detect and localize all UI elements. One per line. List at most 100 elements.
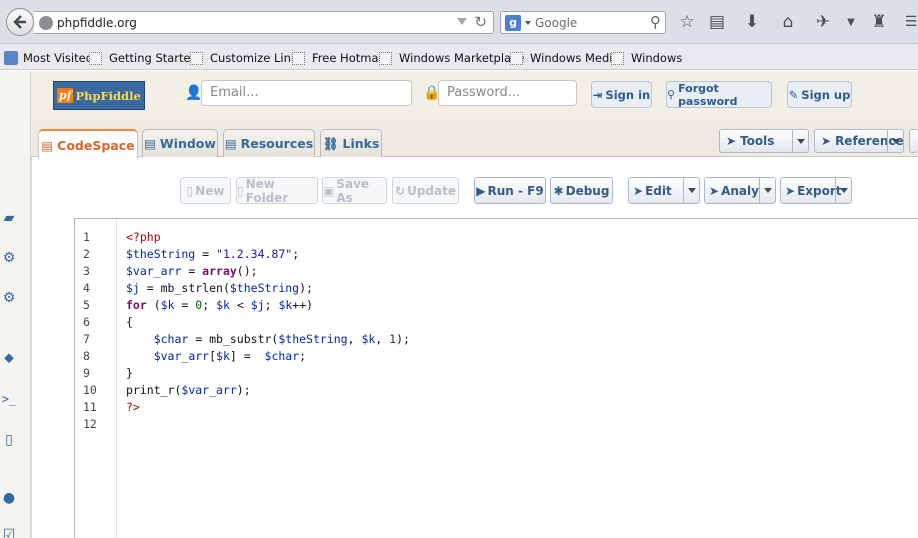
github-icon[interactable]: ●	[0, 489, 18, 507]
send-icon: ➤	[633, 183, 644, 198]
chevron-down-icon[interactable]	[683, 178, 699, 203]
tools-dropdown[interactable]: ➤ Tools	[719, 129, 809, 153]
line-number: 6	[83, 315, 90, 329]
search-icon[interactable]: ⚲	[650, 13, 661, 31]
search-engine-dropdown-icon[interactable]	[525, 21, 531, 25]
debug-button[interactable]: ✱ Debug	[550, 177, 613, 204]
analy-dropdown[interactable]: ➤ Analy	[704, 177, 776, 204]
reload-icon[interactable]: ↻	[474, 13, 487, 31]
line-number: 5	[83, 298, 90, 312]
bookmark-icon	[89, 51, 102, 65]
save-as-button[interactable]: ▣ Save As	[322, 177, 387, 205]
update-button[interactable]: ↻ Update	[392, 177, 459, 204]
overflow-dropdown[interactable]	[909, 129, 918, 153]
bug-icon: ✱	[553, 183, 564, 198]
send-icon: ➤	[709, 183, 720, 198]
url-text[interactable]: phpfiddle.org	[57, 16, 137, 30]
bookmark-icon	[379, 51, 392, 65]
chevron-down-icon[interactable]	[759, 178, 775, 203]
send-icon: ➤	[726, 134, 737, 148]
bookmark-windows[interactable]: Windows	[611, 50, 682, 66]
tab-window[interactable]: ▤ Window	[142, 129, 218, 157]
code-line[interactable]: ?>	[126, 399, 140, 416]
history-dropdown-icon[interactable]	[457, 18, 467, 25]
code-line[interactable]: $var_arr = array();	[126, 263, 258, 280]
sign-in-button[interactable]: ⇥ Sign in	[591, 81, 652, 108]
tab-links[interactable]: ⛓ Links	[320, 129, 382, 157]
code-line[interactable]: print_r($var_arr);	[126, 382, 251, 399]
pencil-icon: ✎	[788, 87, 799, 102]
bookmark-icon	[611, 51, 624, 65]
bookmark-icon	[510, 51, 523, 65]
terminal-icon[interactable]: >_	[0, 390, 18, 408]
reading-list-icon[interactable]: ▤	[706, 11, 728, 33]
document-icon: ▤	[224, 136, 237, 151]
run-button[interactable]: ▶ Run - F9	[474, 177, 546, 204]
user-icon: 👤	[185, 85, 203, 101]
search-input[interactable]: Google	[535, 16, 577, 30]
downloads-icon[interactable]: ⬇	[741, 11, 763, 33]
menu-icon[interactable]: ☰	[900, 11, 918, 33]
url-bar[interactable]: phpfiddle.org ↻	[34, 11, 494, 34]
chevron-down-icon[interactable]	[792, 130, 808, 152]
tool-icon[interactable]: ♜	[868, 11, 890, 33]
tag-icon[interactable]: ⬥	[0, 349, 18, 367]
checkbox-icon[interactable]: ☑	[0, 526, 18, 538]
bookmark-most-visited[interactable]: Most Visited	[4, 50, 93, 66]
edit-dropdown[interactable]: ➤ Edit	[628, 177, 700, 204]
bookmark-windows-media[interactable]: Windows Media	[510, 50, 620, 66]
line-number: 3	[83, 264, 90, 278]
code-line[interactable]: $char = mb_substr($theString, $k, 1);	[126, 331, 410, 348]
password-field[interactable]: Password...	[438, 80, 577, 106]
tab-bar: ▤ CodeSpace ▤ Window ▤ Resources ⛓ Links ➤ To…	[31, 121, 918, 159]
email-field[interactable]: Email...	[201, 80, 412, 106]
code-editor[interactable]: 1 2 3 4 5 6 7 8 9 10 11 12 <?php $theStr…	[74, 218, 918, 538]
bookmark-star-icon[interactable]: ☆	[676, 11, 698, 33]
phpfiddle-logo[interactable]: pf PhpFiddle	[53, 81, 145, 110]
menu-dropdown-icon[interactable]: ▼	[840, 11, 862, 33]
line-number: 4	[83, 281, 90, 295]
code-line[interactable]: for ($k = 0; $k < $j; $k++)	[126, 297, 313, 314]
addon-icon[interactable]: ✈	[812, 11, 834, 33]
new-button[interactable]: ▯ New	[180, 177, 231, 204]
home-icon[interactable]: ⌂	[777, 11, 799, 33]
bookmark-customize-links[interactable]: Customize Links	[190, 50, 304, 66]
line-number-gutter: 1 2 3 4 5 6 7 8 9 10 11 12	[75, 219, 117, 538]
code-line[interactable]: $var_arr[$k] = $char;	[126, 348, 306, 365]
tab-resources[interactable]: ▤ Resources	[223, 129, 315, 157]
forgot-password-button[interactable]: ⚲ Forgot password	[666, 81, 772, 108]
export-dropdown[interactable]: ➤ Export	[780, 177, 852, 204]
chevron-down-icon[interactable]	[887, 130, 903, 152]
send-icon: ➤	[821, 134, 832, 148]
tab-codespace[interactable]: ▤ CodeSpace	[38, 129, 138, 159]
chevron-down-icon[interactable]	[835, 178, 851, 203]
google-icon[interactable]: g	[505, 15, 521, 31]
search-icon: ⚲	[667, 88, 676, 101]
search-bar[interactable]: g Google ⚲	[500, 11, 666, 34]
file-icon: ▯	[186, 183, 194, 198]
bookmark-icon	[190, 51, 203, 65]
code-line[interactable]: }	[126, 365, 133, 382]
code-line[interactable]: {	[126, 314, 133, 331]
back-arrow-icon	[13, 15, 26, 29]
code-line[interactable]: $j = mb_strlen($theString);	[126, 280, 313, 297]
settings-cogs-icon[interactable]: ⚙	[0, 249, 18, 267]
sign-up-button[interactable]: ✎ Sign up	[787, 81, 852, 108]
bookmark-icon	[292, 51, 305, 65]
line-number: 12	[83, 417, 97, 431]
mobile-icon[interactable]: ▯	[0, 431, 18, 449]
bookmark-free-hotmail[interactable]: Free Hotmail	[292, 50, 385, 66]
line-number: 9	[83, 366, 90, 380]
line-number: 1	[83, 230, 90, 244]
code-line[interactable]: $theString = "1.2.34.87";	[126, 246, 299, 263]
reference-dropdown[interactable]: ➤ Reference	[814, 129, 904, 153]
new-folder-button[interactable]: ▯ New Folder	[236, 177, 318, 205]
code-line[interactable]: <?php	[126, 229, 161, 246]
bookmark-getting-started[interactable]: Getting Started	[89, 50, 198, 66]
bookmark-windows-marketplace[interactable]: Windows Marketplace	[379, 50, 524, 66]
gear-icon[interactable]: ⚙	[0, 289, 18, 307]
globe-icon	[39, 16, 53, 30]
folder-icon: ▯	[237, 183, 244, 198]
back-button[interactable]	[6, 8, 34, 36]
book-icon[interactable]: ▰	[0, 209, 18, 227]
